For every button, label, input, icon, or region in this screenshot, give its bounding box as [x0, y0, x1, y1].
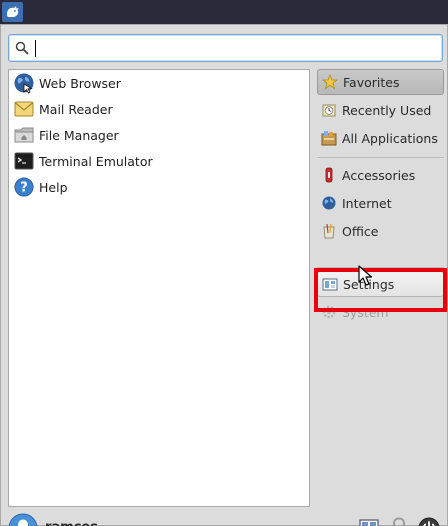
knife-icon [320, 166, 338, 184]
annotation-highlight-box [314, 268, 447, 312]
globe-icon [13, 72, 35, 94]
svg-text:?: ? [20, 181, 28, 196]
top-panel [0, 0, 448, 24]
category-label: Accessories [342, 167, 416, 183]
lock-screen-button[interactable] [386, 513, 412, 526]
search-icon [15, 41, 29, 55]
category-accessories[interactable]: Accessories [317, 162, 444, 188]
app-item-file-manager[interactable]: File Manager [11, 123, 307, 147]
folder-icon [13, 124, 35, 146]
app-item-help[interactable]: ? Help [11, 175, 307, 199]
category-label: Internet [342, 195, 392, 211]
avatar[interactable] [8, 513, 38, 526]
favorites-list: Web Browser Mail Reader File Manager Ter… [8, 69, 310, 507]
star-icon [321, 73, 339, 91]
category-separator [317, 157, 444, 158]
user-icon [8, 513, 38, 526]
category-internet[interactable]: Internet [317, 190, 444, 216]
category-label: Favorites [343, 74, 400, 90]
category-label: Office [342, 223, 379, 239]
category-recently-used[interactable]: Recently Used [317, 97, 444, 123]
mail-icon [13, 98, 35, 120]
office-icon [320, 222, 338, 240]
app-item-mail-reader[interactable]: Mail Reader [11, 97, 307, 121]
app-label: Mail Reader [39, 101, 113, 117]
whisker-menu: Web Browser Mail Reader File Manager Ter… [0, 24, 448, 526]
all-apps-icon [320, 129, 338, 147]
app-label: Help [39, 179, 68, 195]
username: ramces [45, 520, 98, 526]
category-all-applications[interactable]: All Applications [317, 125, 444, 151]
search-box[interactable] [8, 34, 443, 62]
globe-icon [320, 194, 338, 212]
clock-icon [320, 101, 338, 119]
all-settings-button[interactable] [356, 513, 382, 526]
log-out-button[interactable] [416, 513, 442, 526]
whisker-menu-button[interactable] [2, 2, 23, 22]
app-item-terminal-emulator[interactable]: Terminal Emulator [11, 149, 307, 173]
text-caret [35, 40, 36, 57]
power-icon [418, 517, 440, 526]
bottom-bar: ramces [1, 509, 447, 526]
app-item-web-browser[interactable]: Web Browser [11, 71, 307, 95]
search-input[interactable] [34, 38, 434, 58]
settings-icon [359, 519, 379, 526]
help-icon: ? [13, 176, 35, 198]
category-label: Recently Used [342, 102, 432, 118]
app-label: Web Browser [39, 75, 121, 91]
lock-icon [393, 517, 405, 526]
app-label: Terminal Emulator [39, 153, 153, 169]
category-office[interactable]: Office [317, 218, 444, 244]
terminal-icon [13, 150, 35, 172]
xfce-mouse-icon [6, 6, 19, 17]
category-label: All Applications [342, 130, 438, 146]
mouse-cursor-icon [358, 265, 373, 286]
category-favorites[interactable]: Favorites [317, 69, 444, 95]
app-label: File Manager [39, 127, 119, 143]
